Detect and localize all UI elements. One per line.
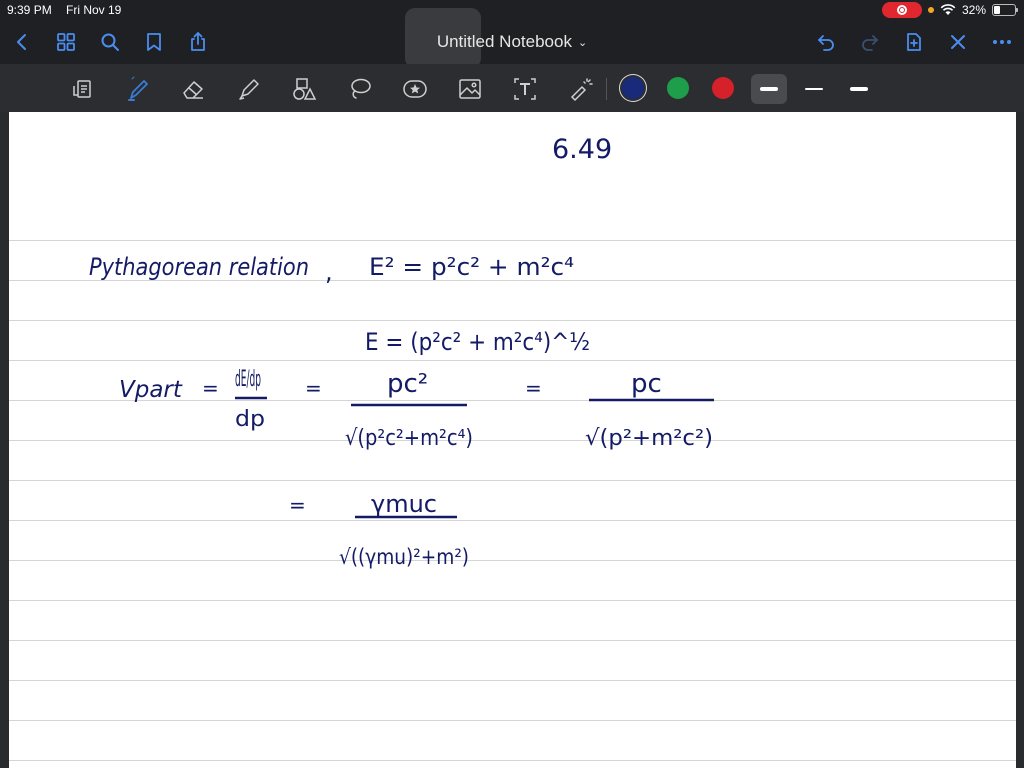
fraction3-numerator: γmuc [371, 490, 437, 518]
notebook-title-button[interactable]: Untitled Notebook ⌄ [408, 20, 616, 64]
search-icon[interactable] [98, 30, 122, 54]
eraser-icon[interactable] [178, 74, 208, 104]
problem-number: 6.49 [552, 134, 612, 165]
status-time: 9:39 PM [7, 3, 52, 17]
pythagorean-label: Pythagorean relation [89, 253, 309, 281]
share-icon[interactable] [186, 30, 210, 54]
color-swatch-navy[interactable] [622, 77, 644, 99]
redo-icon[interactable] [858, 30, 882, 54]
thumbnails-grid-icon[interactable] [54, 30, 78, 54]
back-chevron-icon[interactable] [10, 30, 34, 54]
status-right-cluster: 32% [881, 2, 1018, 18]
pen-icon[interactable] [124, 74, 154, 104]
equals-sign: = [525, 376, 542, 400]
wifi-icon [940, 4, 956, 15]
nav-bar: Untitled Notebook ⌄ [0, 8, 1024, 68]
handwriting-layer: 6.49 Pythagorean relation , E² = p²c² + … [89, 134, 714, 569]
toolbar-divider [606, 78, 607, 100]
stroke-width-thick[interactable] [751, 74, 787, 104]
energy-squared-equation: E² = p²c² + m²c⁴ [369, 253, 574, 281]
laser-pointer-icon[interactable] [566, 74, 596, 104]
equals-sign: = [305, 376, 322, 400]
bookmark-icon[interactable] [142, 30, 166, 54]
battery-percent: 32% [961, 3, 986, 17]
lasso-icon[interactable] [345, 74, 375, 104]
add-page-icon[interactable] [902, 30, 926, 54]
undo-icon[interactable] [814, 30, 838, 54]
notebook-page[interactable]: 6.49 Pythagorean relation , E² = p²c² + … [9, 112, 1016, 768]
equals-sign: = [202, 376, 219, 400]
highlighter-icon[interactable] [234, 74, 264, 104]
fraction2-denominator: √(p²+m²c²) [585, 426, 713, 451]
elements-star-icon[interactable] [400, 74, 430, 104]
stroke-width-thin[interactable] [841, 74, 877, 104]
fraction1-numerator: pc² [387, 369, 428, 399]
fraction2-numerator: pc [631, 369, 662, 399]
more-icon[interactable] [990, 30, 1014, 54]
status-date: Fri Nov 19 [66, 3, 122, 17]
color-swatch-green[interactable] [667, 77, 689, 99]
screen-record-icon [881, 2, 922, 18]
document-scan-icon[interactable] [68, 74, 98, 104]
shapes-icon[interactable] [289, 74, 319, 104]
orange-dot-indicator [927, 7, 934, 13]
close-icon[interactable] [946, 30, 970, 54]
notebook-title: Untitled Notebook [436, 32, 572, 51]
text-icon[interactable] [510, 74, 540, 104]
comma-mark: , [325, 258, 333, 286]
equals-sign: = [289, 493, 306, 517]
image-icon[interactable] [455, 74, 485, 104]
status-bar: 9:39 PM Fri Nov 19 32% [0, 0, 1024, 20]
stroke-width-medium[interactable] [796, 74, 832, 104]
derivative-denominator: dp [235, 407, 265, 432]
color-swatch-red[interactable] [712, 77, 734, 99]
fraction3-denominator: √((γmu)²+m²) [339, 545, 469, 569]
chevron-down-icon: ⌄ [577, 36, 588, 49]
battery-icon [992, 4, 1018, 16]
velocity-particle-label: Vpart [119, 377, 183, 403]
fraction1-denominator: √(p²c²+m²c⁴) [345, 426, 473, 451]
battery-level [994, 6, 1001, 14]
energy-equation: E = (p²c² + m²c⁴)^½ [365, 328, 590, 356]
tool-bar [0, 64, 1024, 112]
derivative-de-over-dp: dE/dp [235, 367, 261, 392]
